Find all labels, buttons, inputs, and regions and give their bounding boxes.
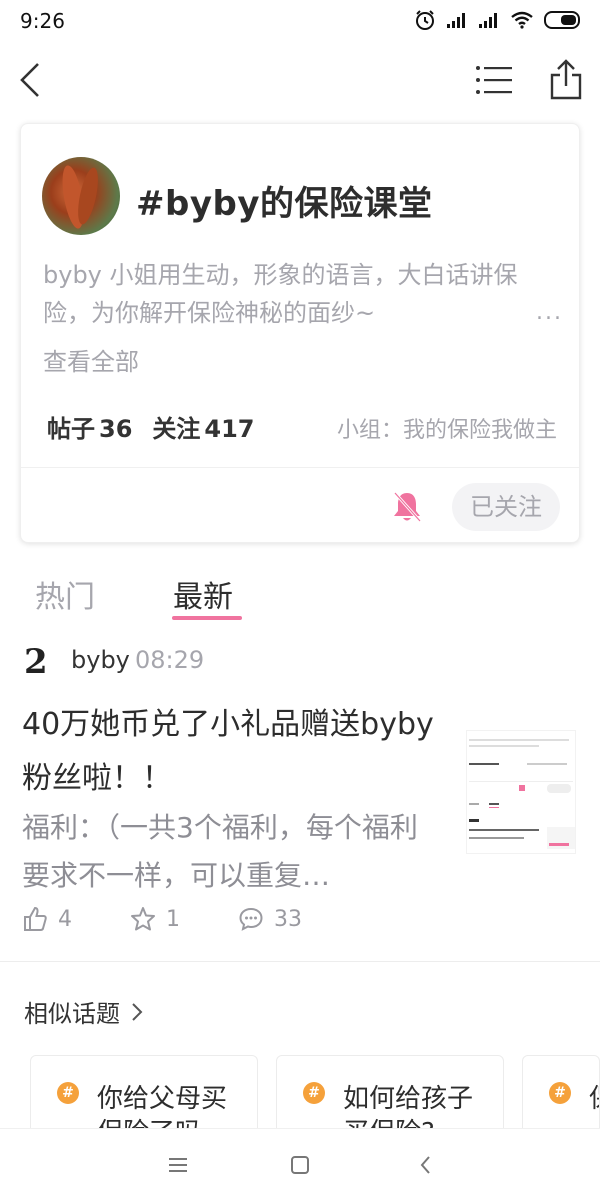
back-arrow-icon[interactable]: [16, 58, 48, 102]
menu-list-icon[interactable]: [474, 62, 514, 98]
topic-title: #byby的保险课堂: [136, 184, 433, 224]
like-count: 4: [58, 906, 72, 932]
favorite-button[interactable]: 1: [130, 906, 180, 932]
hashtag-icon: #: [303, 1082, 325, 1104]
tab-latest[interactable]: 最新: [173, 572, 233, 616]
battery-icon: [544, 11, 580, 29]
post-thumbnail[interactable]: [466, 730, 576, 854]
topic-description: byby 小姐用生动，形象的语言，大白话讲保险，为你解开保险神秘的面纱~: [43, 261, 518, 327]
thumbnail-preview: [467, 731, 575, 853]
post-excerpt[interactable]: 福利：（一共3个福利，每个福利要求不一样，可以重复…: [22, 804, 442, 900]
signal-icon: [447, 13, 465, 28]
hashtag-icon: #: [57, 1082, 79, 1104]
recent-apps-icon[interactable]: [166, 1153, 190, 1177]
chevron-right-icon: [132, 1002, 143, 1021]
status-time: 9:26: [20, 9, 65, 33]
group-link[interactable]: 小组：我的保险我做主: [337, 412, 557, 444]
feed-tabs: 热门 最新: [0, 560, 600, 624]
signal-icon: [479, 13, 497, 28]
comment-button[interactable]: 33: [238, 906, 302, 932]
thumbs-up-icon: [24, 906, 47, 931]
tab-hot[interactable]: 热门: [35, 572, 95, 616]
share-icon[interactable]: [546, 58, 586, 102]
posts-label: 帖子: [47, 415, 95, 443]
post-title[interactable]: 40万她币兑了小礼品赠送byby粉丝啦！！: [22, 698, 442, 806]
followers-stat: 关注 417: [148, 409, 254, 444]
hashtag-icon: #: [549, 1082, 571, 1104]
system-nav-bar: [0, 1128, 600, 1200]
like-button[interactable]: 4: [22, 906, 72, 932]
system-back-icon[interactable]: [414, 1153, 438, 1177]
topic-stats: 帖子 36 关注 417: [43, 409, 255, 444]
post-item[interactable]: 2 byby 08:29 40万她币兑了小礼品赠送byby粉丝啦！！ 福利：（一…: [0, 630, 600, 960]
author-avatar[interactable]: 2: [24, 644, 56, 680]
similar-topics-header[interactable]: 相似话题: [24, 994, 144, 1029]
alarm-icon: [416, 10, 434, 30]
view-all-link[interactable]: 查看全部: [43, 342, 139, 377]
similar-topic-label: 保: [589, 1082, 599, 1116]
posts-count: 36: [99, 415, 133, 443]
posts-stat: 帖子 36: [43, 409, 132, 444]
similar-topics-title: 相似话题: [24, 1000, 120, 1028]
comment-icon: [239, 907, 263, 931]
topic-card: #byby的保险课堂 byby 小姐用生动，形象的语言，大白话讲保险，为你解开保…: [20, 123, 580, 543]
followers-label: 关注: [152, 415, 201, 443]
section-divider: [0, 961, 600, 962]
home-icon[interactable]: [288, 1153, 312, 1177]
card-divider: [21, 467, 579, 468]
status-bar: 9:26: [0, 0, 600, 42]
description-more[interactable]: ...: [536, 300, 563, 325]
wifi-icon: [511, 11, 533, 29]
status-icons: [414, 9, 582, 31]
active-tab-indicator: [172, 616, 242, 620]
post-time: 08:29: [135, 646, 205, 674]
post-actions: 4 1 33: [22, 906, 360, 932]
post-author[interactable]: byby: [71, 646, 130, 674]
comment-count: 33: [274, 906, 302, 932]
favorite-count: 1: [166, 906, 180, 932]
follow-button[interactable]: 已关注: [452, 483, 560, 531]
star-icon: [131, 907, 155, 931]
topic-avatar: [42, 157, 120, 235]
mute-bell-icon[interactable]: [392, 490, 422, 524]
top-nav-bar: [0, 48, 600, 112]
followers-count: 417: [204, 415, 255, 443]
